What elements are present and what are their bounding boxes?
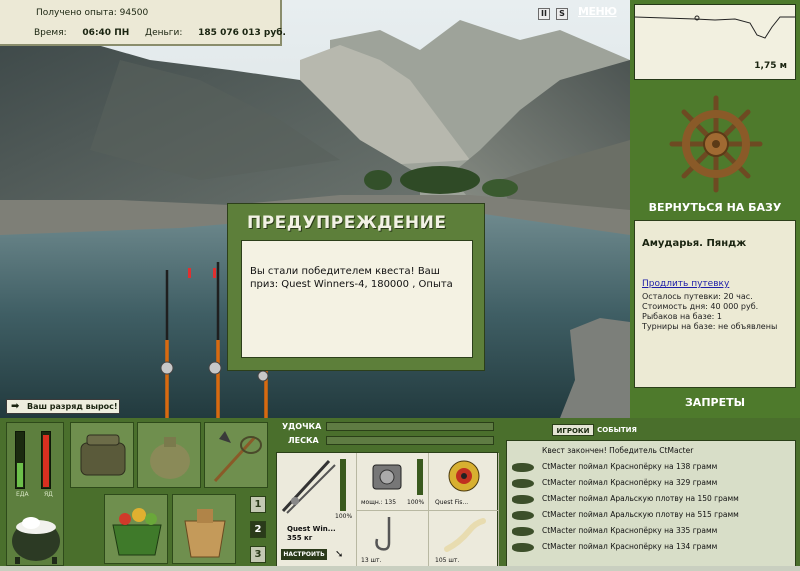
feed-list: Квест закончен! Победитель CtMacter CtMa… xyxy=(506,440,796,568)
feed-header: Квест закончен! Победитель CtMacter xyxy=(507,443,795,459)
extend-trip-link[interactable]: Продлить путевку xyxy=(642,279,729,289)
tab-players[interactable]: ИГРОКИ xyxy=(552,424,594,436)
ship-wheel-icon[interactable] xyxy=(668,94,764,194)
fish-icon xyxy=(512,543,534,552)
pause-button[interactable]: II xyxy=(538,8,550,20)
depth-value: 1,75 м xyxy=(754,61,787,71)
bans-button[interactable]: ЗАПРЕТЫ xyxy=(630,396,800,409)
rod-cell[interactable]: 100% Quest Win... 355 кг НАСТРОИТЬ ➘ xyxy=(277,453,357,569)
rank-up-toast[interactable]: ➡ Ваш разряд вырос! xyxy=(6,399,120,414)
list-item: CtMacter поймал Краснопёрку на 329 грамм xyxy=(507,475,795,491)
poison-label: ЯД xyxy=(44,491,53,498)
line-spool-icon xyxy=(448,460,480,492)
sack-icon xyxy=(150,437,190,479)
bait-cell[interactable]: 105 шт. xyxy=(429,511,499,569)
warning-title: ПРЕДУПРЕЖДЕНИЕ xyxy=(247,213,447,233)
rod-weight: 355 кг xyxy=(287,534,313,542)
tournaments-status: Турниры на базе: не объявлены xyxy=(642,322,778,331)
base-info-panel: Амударья. Пяндж Продлить путевку Осталос… xyxy=(634,220,796,388)
taskbar-strip xyxy=(0,566,800,571)
money-label: Деньги: xyxy=(145,28,183,38)
menu-button[interactable]: МЕНЮ xyxy=(578,5,617,18)
tackle-panel: 100% Quest Win... 355 кг НАСТРОИТЬ ➘ мощ… xyxy=(276,452,499,569)
line-label: ЛЕСКА xyxy=(288,436,319,445)
hook-count: 13 шт. xyxy=(361,557,382,564)
setup-button[interactable]: НАСТРОИТЬ xyxy=(281,549,327,560)
sound-button[interactable]: S xyxy=(556,8,568,20)
return-to-base-button[interactable]: ВЕРНУТЬСЯ НА БАЗУ xyxy=(630,201,800,214)
slot-page-2-button[interactable]: 2 xyxy=(250,521,266,538)
fish-icon xyxy=(512,479,534,488)
line-tension-bar xyxy=(326,436,494,445)
landing-net-icon xyxy=(213,431,262,483)
right-panel: 1,75 м ВЕРНУТЬСЯ НА БАЗУ Амударья. Пяндж… xyxy=(630,0,800,418)
bait-icon xyxy=(444,518,486,552)
rod-name: Quest Win... xyxy=(287,525,336,533)
reel-durability-bar xyxy=(417,459,423,495)
fish-icon xyxy=(512,463,534,472)
fish-icon xyxy=(512,495,534,504)
inventory-slot-tools[interactable] xyxy=(204,422,268,488)
rod-tension-bar xyxy=(326,422,494,431)
tab-events[interactable]: СОБЫТИЯ xyxy=(596,424,638,436)
depth-map[interactable]: 1,75 м xyxy=(634,4,796,80)
list-item: CtMacter поймал Краснопёрку на 335 грамм xyxy=(507,523,795,539)
fish-icon xyxy=(512,527,534,536)
feed-header-text: Квест закончен! Победитель CtMacter xyxy=(542,446,694,455)
fish-icon xyxy=(512,511,534,520)
bucket-icon xyxy=(184,509,226,558)
fishing-scene[interactable]: Получено опыта: 94500 Время: 06:40 ПН Де… xyxy=(0,0,630,418)
arrow-down-right-icon: ➘ xyxy=(335,549,344,560)
list-item: CtMacter поймал Аральскую плотву на 515 … xyxy=(507,507,795,523)
warning-message: Вы стали победителем квеста! Ваш приз: Q… xyxy=(241,240,473,358)
time-label: Время: xyxy=(34,28,67,38)
day-cost: Стоимость дня: 40 000 руб. xyxy=(642,302,759,311)
list-item: CtMacter поймал Аральскую плотву на 150 … xyxy=(507,491,795,507)
inventory-slot-basket[interactable] xyxy=(104,494,168,564)
basket-icon xyxy=(112,508,162,556)
fishing-line-cell[interactable]: Quest Fis... xyxy=(429,453,499,511)
rank-up-text: Ваш разряд вырос! xyxy=(27,402,118,411)
inventory-slot-bag[interactable] xyxy=(70,422,134,488)
inventory-slot-sack[interactable] xyxy=(137,422,201,488)
event-feed: ИГРОКИ СОБЫТИЯ Квест закончен! Победител… xyxy=(502,421,800,568)
rod-percent: 100% xyxy=(335,513,353,520)
arrow-right-icon: ➡ xyxy=(11,401,20,412)
reel-icon xyxy=(372,464,402,490)
rod-durability-bar xyxy=(340,459,346,511)
inventory-slot-bucket[interactable] xyxy=(172,494,236,564)
line-name: Quest Fis... xyxy=(435,499,469,506)
rod-label: УДОЧКА xyxy=(282,422,322,431)
reel-percent: 100% xyxy=(407,499,425,506)
tackle-header: УДОЧКА ЛЕСКА xyxy=(276,420,498,448)
reel-cell[interactable]: мощн.: 135 100% xyxy=(357,453,429,511)
bag-icon xyxy=(80,434,126,476)
poison-meter xyxy=(41,431,51,489)
money-value: 185 076 013 руб. xyxy=(198,28,286,38)
cauldron-icon[interactable] xyxy=(9,507,63,565)
bait-count: 105 шт. xyxy=(435,557,460,564)
player-info-panel: Получено опыта: 94500 Время: 06:40 ПН Де… xyxy=(0,0,286,46)
food-meter xyxy=(15,431,25,489)
hook-icon xyxy=(375,517,391,551)
hook-cell[interactable]: 13 шт. xyxy=(357,511,429,569)
slot-page-1-button[interactable]: 1 xyxy=(250,496,266,513)
anglers-on-base: Рыбаков на базе: 1 xyxy=(642,312,722,321)
trip-remaining: Осталось путевки: 20 час. xyxy=(642,292,753,301)
food-label: ЕДА xyxy=(16,491,29,498)
list-item: CtMacter поймал Краснопёрку на 134 грамм xyxy=(507,539,795,555)
warning-dialog: ПРЕДУПРЕЖДЕНИЕ Вы стали победителем квес… xyxy=(227,203,485,371)
experience-value: 94500 xyxy=(119,8,149,18)
status-meters: ЕДА ЯД xyxy=(6,422,64,566)
time-value: 06:40 ПН xyxy=(82,28,130,38)
reel-power: мощн.: 135 xyxy=(361,499,397,506)
location-name: Амударья. Пяндж xyxy=(642,238,747,249)
rod-icon xyxy=(281,459,336,514)
list-item: CtMacter поймал Краснопёрку на 138 грамм xyxy=(507,459,795,475)
slot-page-3-button[interactable]: 3 xyxy=(250,546,266,563)
experience-label: Получено опыта: xyxy=(36,8,117,18)
